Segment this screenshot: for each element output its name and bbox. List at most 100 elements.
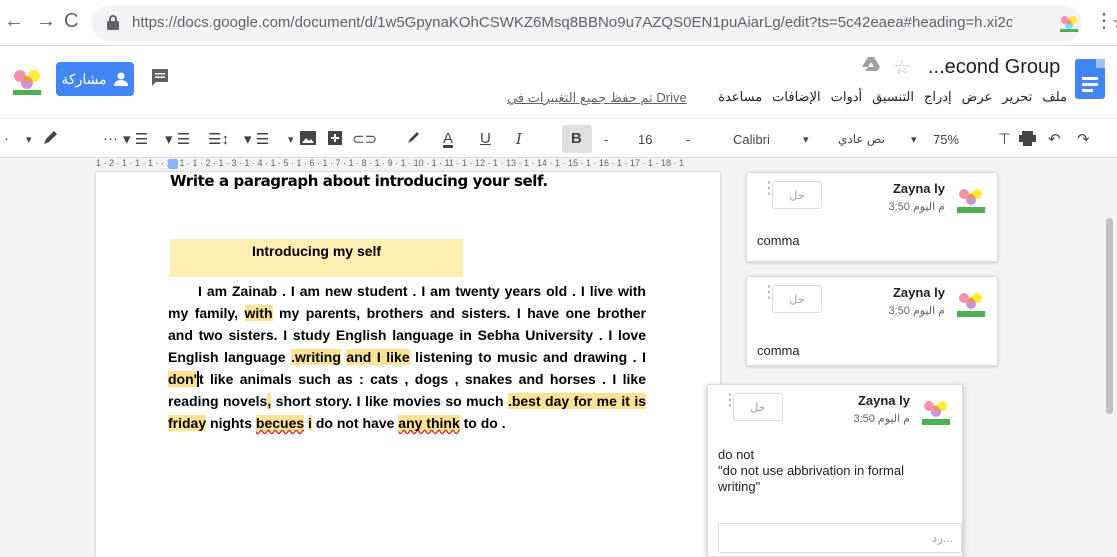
- comment-line: "do not use abbrivation in formal: [718, 463, 904, 478]
- menu-file[interactable]: ملف: [1042, 89, 1067, 105]
- font-size-field[interactable]: 16: [638, 132, 652, 147]
- comment-author: Zayna ly: [857, 393, 910, 408]
- chevron-down-icon[interactable]: ▾: [26, 133, 32, 146]
- font-size-dropdown-icon[interactable]: -: [686, 132, 690, 147]
- paint-format-icon[interactable]: ⊤: [998, 130, 1011, 148]
- formatting-toolbar: · ▾ ··· ▾ ☰ ▾ ☰ ☰↕ ▾ ☰ ▾ ⊂⊃ A U I B - 16…: [0, 118, 1117, 158]
- author-avatar: [957, 189, 985, 213]
- menu-format[interactable]: التنسيق: [872, 89, 914, 105]
- underline-button[interactable]: U: [480, 130, 491, 147]
- docs-header: مشاركة ☆ ...econd Group ملف تحرير عرض إد…: [0, 46, 1117, 118]
- comment-card[interactable]: ⋮ حل Zayna ly 3:50 م اليوم comma: [746, 276, 998, 366]
- indent-marker[interactable]: [168, 159, 178, 169]
- docs-logo-icon[interactable]: [1075, 59, 1105, 99]
- share-label: مشاركة: [61, 70, 107, 87]
- more-options-icon[interactable]: ···: [103, 130, 118, 147]
- paragraph-style-select[interactable]: نص عادي: [838, 132, 885, 146]
- star-document-icon[interactable]: ☆: [893, 55, 911, 80]
- numbered-list-icon[interactable]: ▾ ☰: [123, 130, 148, 148]
- italic-button[interactable]: I: [516, 130, 522, 148]
- link-icon[interactable]: ⊂⊃: [352, 130, 377, 148]
- undo-icon[interactable]: ↶: [1048, 130, 1061, 148]
- url-text[interactable]: https://docs.google.com/document/d/1w5Gp…: [132, 14, 1012, 31]
- comment-time: 3:50 م اليوم: [888, 201, 945, 213]
- bold-button[interactable]: B: [571, 130, 582, 147]
- back-icon[interactable]: ←: [4, 10, 24, 33]
- browser-toolbar: ← → C https://docs.google.com/document/d…: [0, 0, 1117, 46]
- text-run: nights: [206, 415, 256, 431]
- text-color-button[interactable]: A: [443, 130, 453, 147]
- move-to-drive-icon[interactable]: [862, 56, 880, 72]
- bulleted-list-icon[interactable]: ▾ ☰: [165, 130, 190, 148]
- add-comment-icon[interactable]: [328, 131, 342, 145]
- redo-icon[interactable]: ↷: [1077, 130, 1090, 148]
- menu-edit[interactable]: تحرير: [1002, 89, 1032, 105]
- scrollbar-thumb[interactable]: [1106, 218, 1113, 414]
- share-button[interactable]: مشاركة: [56, 62, 134, 96]
- comment-body: do not "do not use abbrivation in formal…: [718, 447, 904, 495]
- misspelled-text[interactable]: becues: [255, 415, 305, 431]
- document-title[interactable]: ...econd Group: [928, 56, 1060, 79]
- menu-bar: ملف تحرير عرض إدراج التنسيق أدوات الإضاف…: [718, 89, 1067, 105]
- address-bar[interactable]: https://docs.google.com/document/d/1w5Gp…: [92, 5, 1117, 41]
- highlight-pen-icon[interactable]: [405, 130, 421, 146]
- person-add-icon: [113, 72, 128, 86]
- forward-icon[interactable]: →: [36, 10, 56, 33]
- save-status-link[interactable]: تم حفظ جميع التغييرات في Drive: [507, 90, 687, 106]
- resolve-button[interactable]: حل: [772, 285, 822, 313]
- menu-addons[interactable]: الإضافات: [772, 89, 820, 105]
- resolve-button[interactable]: حل: [772, 181, 822, 209]
- browser-menu-icon[interactable]: ⋮: [1094, 8, 1114, 33]
- text-run: to do .: [459, 415, 506, 431]
- highlighted-text: .writing: [291, 349, 341, 365]
- flower-extension-icon[interactable]: [1058, 12, 1080, 34]
- reload-icon[interactable]: C: [64, 10, 78, 33]
- checklist-icon[interactable]: ☰↕: [208, 130, 229, 148]
- highlighted-text: and I like: [346, 349, 410, 365]
- text-run: listening to music and drawing . I: [409, 349, 646, 365]
- font-family-select[interactable]: Calibri: [733, 132, 770, 147]
- active-comment-card[interactable]: ⋮ حل Zayna ly 3:50 م اليوم do not "do no…: [707, 384, 963, 557]
- text-run: don': [168, 371, 197, 387]
- menu-tools[interactable]: أدوات: [831, 89, 863, 105]
- ruler[interactable]: 1 · 2 · 1 · 1 · 1 · · 1 · 1 · 1 · 2 · 1 …: [96, 158, 720, 172]
- comments-icon[interactable]: [151, 68, 169, 86]
- comment-body: comma: [757, 233, 800, 248]
- prompt-text: Write a paragraph about introducing your…: [170, 172, 548, 190]
- image-dropdown-icon[interactable]: ▾: [288, 133, 294, 146]
- author-avatar: [957, 293, 985, 317]
- text-run: short story. I like movies so much: [271, 393, 508, 409]
- toolbar-overflow-icon[interactable]: ·: [4, 130, 9, 147]
- heading-text: Introducing my self: [251, 243, 382, 259]
- comment-body: comma: [757, 343, 800, 358]
- comment-time: 3:50 م اليوم: [888, 305, 945, 317]
- menu-insert[interactable]: إدراج: [924, 89, 952, 105]
- print-icon[interactable]: [1019, 131, 1036, 146]
- body-paragraph[interactable]: I am Zainab . I am new student . I am tw…: [168, 280, 647, 434]
- comment-author: Zayna ly: [892, 285, 945, 300]
- reply-input[interactable]: رد...: [718, 523, 962, 553]
- highlighted-text: with: [244, 305, 273, 321]
- menu-view[interactable]: عرض: [962, 89, 993, 105]
- style-dropdown-icon[interactable]: ▾: [911, 133, 917, 146]
- text-run: do not have: [311, 415, 399, 431]
- comment-line: writing": [718, 479, 761, 494]
- resolve-button[interactable]: حل: [733, 393, 783, 421]
- comment-time: 3:50 م اليوم: [853, 413, 910, 425]
- insert-image-icon[interactable]: [300, 131, 316, 145]
- author-avatar: [922, 401, 950, 425]
- ruler-marks: 1 · 2 · 1 · 1 · 1 · · 1 · 1 · 1 · 2 · 1 …: [96, 158, 685, 168]
- document-page[interactable]: Write a paragraph about introducing your…: [96, 172, 720, 557]
- comment-author: Zayna ly: [892, 181, 945, 196]
- align-icon[interactable]: ▾ ☰: [244, 130, 269, 148]
- lock-icon: [107, 15, 119, 30]
- size-dropdown-icon[interactable]: -: [604, 132, 608, 147]
- menu-help[interactable]: مساعدة: [718, 89, 762, 105]
- misspelled-text[interactable]: any think: [398, 415, 460, 431]
- account-avatar[interactable]: [10, 64, 44, 98]
- font-dropdown-icon[interactable]: ▾: [803, 133, 809, 146]
- comment-card[interactable]: ⋮ حل Zayna ly 3:50 م اليوم comma: [746, 172, 998, 262]
- highlighted-text: don': [168, 371, 199, 387]
- zoom-select[interactable]: 75%: [933, 132, 959, 147]
- pen-icon[interactable]: [42, 130, 58, 146]
